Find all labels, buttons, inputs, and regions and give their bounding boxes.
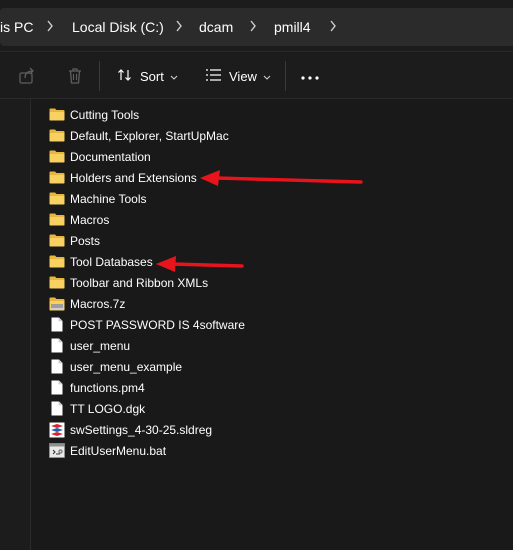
file-name: user_menu <box>70 338 131 353</box>
file-name: Machine Tools <box>70 191 147 206</box>
folder-icon <box>48 254 66 270</box>
file-name: EditUserMenu.bat <box>70 443 167 458</box>
annotation-arrow <box>156 256 244 272</box>
address-bar: is PC Local Disk (C:) dcam pmill4 <box>0 0 513 52</box>
folder-icon <box>48 107 66 123</box>
list-item[interactable]: user_menu <box>48 335 368 356</box>
view-list-icon <box>205 68 222 85</box>
folder-icon <box>48 191 66 207</box>
folder-icon <box>48 233 66 249</box>
list-item[interactable]: Machine Tools <box>48 188 368 209</box>
breadcrumb-pmill4[interactable]: pmill4 <box>274 19 311 35</box>
folder-icon <box>48 275 66 291</box>
toolbar-divider <box>285 61 286 91</box>
list-item[interactable]: EditUserMenu.bat <box>48 440 368 461</box>
toolbar-divider <box>99 61 100 91</box>
breadcrumb-local-disk[interactable]: Local Disk (C:) <box>72 19 164 35</box>
share-icon[interactable] <box>16 65 38 87</box>
breadcrumb-dcam[interactable]: dcam <box>199 19 233 35</box>
list-item[interactable]: Toolbar and Ribbon XMLs <box>48 272 368 293</box>
view-label: View <box>229 68 257 84</box>
list-item[interactable]: Posts <box>48 230 368 251</box>
command-bar: Sort View <box>0 53 513 99</box>
list-item[interactable]: user_menu_example <box>48 356 368 377</box>
file-name: Macros.7z <box>70 296 126 311</box>
file-name: Default, Explorer, StartUpMac <box>70 128 229 143</box>
folder-icon <box>48 128 66 144</box>
annotation-arrow <box>200 170 363 186</box>
file-name: functions.pm4 <box>70 380 145 395</box>
file-name: Cutting Tools <box>70 107 140 122</box>
file-name: user_menu_example <box>70 359 183 374</box>
sort-icon <box>117 67 133 86</box>
folder-icon <box>48 170 66 186</box>
document-icon <box>48 380 66 396</box>
list-item[interactable]: Macros <box>48 209 368 230</box>
chevron-right-icon[interactable] <box>249 19 257 33</box>
file-name: Tool Databases <box>70 254 153 269</box>
batch-file-icon <box>48 443 66 459</box>
file-name: Posts <box>70 233 101 248</box>
chevron-right-icon[interactable] <box>175 19 183 33</box>
navigation-pane[interactable] <box>0 99 31 550</box>
list-item[interactable]: TT LOGO.dgk <box>48 398 368 419</box>
list-item[interactable]: swSettings_4-30-25.sldreg <box>48 419 368 440</box>
breadcrumb-this-pc[interactable]: is PC <box>0 19 33 35</box>
file-name: TT LOGO.dgk <box>70 401 146 416</box>
chevron-down-icon <box>263 69 271 84</box>
document-icon <box>48 338 66 354</box>
sort-button[interactable]: Sort <box>117 61 178 91</box>
list-item[interactable]: Default, Explorer, StartUpMac <box>48 125 368 146</box>
more-icon <box>300 69 320 84</box>
list-item[interactable]: Macros.7z <box>48 293 368 314</box>
list-item[interactable]: Cutting Tools <box>48 104 368 125</box>
folder-icon <box>48 149 66 165</box>
archive-icon <box>48 296 66 312</box>
file-name: Macros <box>70 212 110 227</box>
sort-label: Sort <box>140 68 164 84</box>
chevron-right-icon[interactable] <box>329 19 337 33</box>
folder-icon <box>48 212 66 228</box>
list-item[interactable]: functions.pm4 <box>48 377 368 398</box>
document-icon <box>48 401 66 417</box>
solidworks-registry-icon <box>48 422 66 438</box>
file-name: swSettings_4-30-25.sldreg <box>70 422 213 437</box>
document-icon <box>48 359 66 375</box>
chevron-right-icon[interactable] <box>46 19 54 33</box>
file-name: Toolbar and Ribbon XMLs <box>70 275 209 290</box>
list-item[interactable]: POST PASSWORD IS 4software <box>48 314 368 335</box>
file-name: Documentation <box>70 149 151 164</box>
list-item[interactable]: Documentation <box>48 146 368 167</box>
view-button[interactable]: View <box>205 61 271 91</box>
file-name: POST PASSWORD IS 4software <box>70 317 245 332</box>
more-options-button[interactable] <box>300 61 320 91</box>
document-icon <box>48 317 66 333</box>
chevron-down-icon <box>170 69 178 84</box>
file-name: Holders and Extensions <box>70 170 197 185</box>
delete-icon[interactable] <box>64 65 86 87</box>
